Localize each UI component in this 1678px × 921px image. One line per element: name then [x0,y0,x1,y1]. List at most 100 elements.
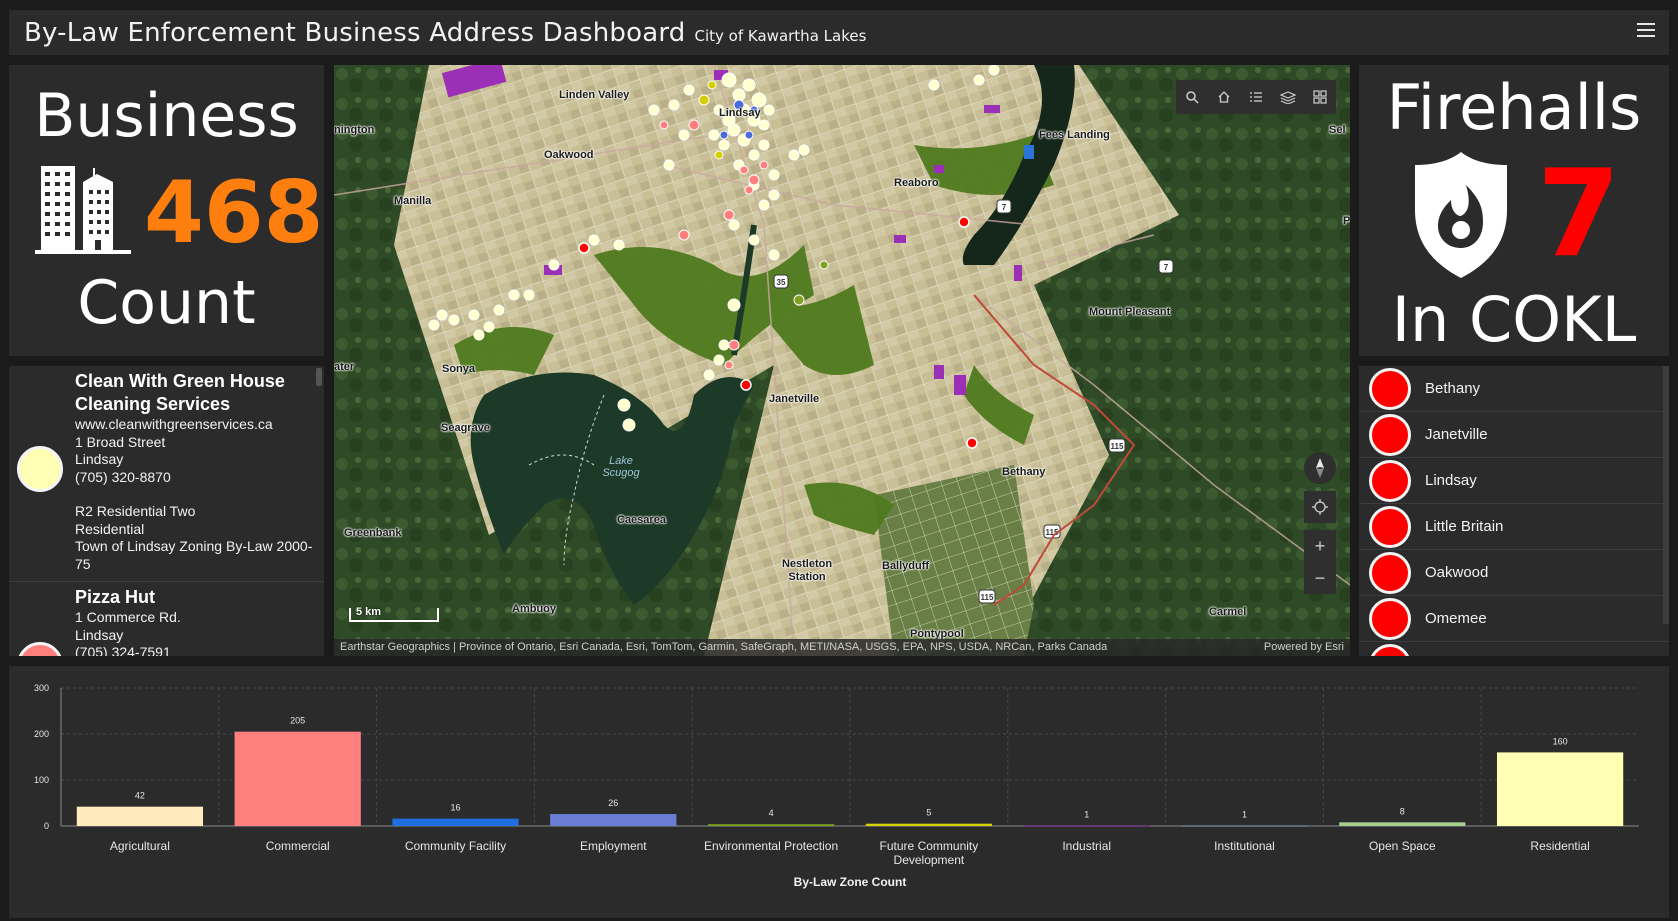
compass-icon[interactable] [1304,452,1336,484]
indicator-top-text: Firehalls [1386,71,1642,144]
place-label: Fees Landing [1039,129,1110,141]
firehall-name: Lindsay [1425,472,1477,489]
business-detail-line: Lindsay [75,626,124,643]
bar-institutional [1181,825,1308,827]
firehall-symbol-icon [1369,368,1411,410]
place-label: Sel [1329,124,1346,136]
place-label: Linden Valley [559,89,630,101]
svg-text:115: 115 [981,593,994,602]
firehall-symbol-icon [1369,644,1411,656]
place-label: Reaboro [894,177,939,189]
firehall-list-item[interactable] [1359,642,1669,656]
business-detail-line: (705) 324-7591 [75,644,171,656]
bar-value-label: 26 [608,798,618,808]
business-detail-line: (705) 320-8870 [75,468,171,485]
bar-chart: 0 100 200 300 42 Agricultural 205 Commercial 16 C… [34,683,1639,889]
dashboard-subtitle: City of Kawartha Lakes [694,26,867,45]
x-tick-label: Development [894,853,965,867]
place-label: P [1343,215,1350,227]
business-list[interactable]: Clean With Green House Cleaning Services… [9,366,324,656]
office-buildings-icon [35,166,131,254]
business-symbol-icon [17,446,63,492]
y-tick-label: 100 [34,775,49,785]
place-label: Caesarea [617,514,666,526]
firehall-name: Janetville [1425,426,1488,443]
x-tick-label: Open Space [1369,839,1436,853]
indicator-bottom-text: In COKL [1391,283,1637,356]
scale-bar: 5 km [349,606,439,622]
firehall-list-item[interactable]: Little Britain [1359,504,1669,550]
business-count-value: 468 [144,163,324,263]
scale-label: 5 km [356,606,382,618]
bar-environmental-protection [707,824,835,826]
x-tick-label: Residential [1530,839,1589,853]
firehall-list-item[interactable]: Oakwood [1359,550,1669,596]
place-label: Nestleton Station [781,558,833,583]
firehall-symbol-icon [1369,598,1411,640]
bar-value-label: 5 [926,808,931,818]
bar-value-label: 205 [290,716,305,726]
x-tick-label: Future Community [880,839,979,853]
bar-open-space [1339,822,1466,826]
zoom-out-icon[interactable]: − [1304,562,1336,594]
map-toolbar [1176,80,1336,114]
x-tick-label: Employment [580,839,647,853]
satellite-basemap: 7 7 35 115 115 115 [334,65,1350,656]
place-label: ater [334,361,355,373]
bar-value-label: 1 [1084,810,1089,820]
firehall-symbol-icon [1369,552,1411,594]
place-label: Oakwood [544,149,594,161]
place-label: Ballyduff [882,560,930,572]
firehalls-count-value: 7 [1537,145,1621,284]
bar-value-label: 4 [769,808,774,818]
bar-commercial [234,731,361,826]
place-label: Sonya [442,363,476,375]
business-detail-line: 1 Commerce Rd. [75,609,181,625]
x-tick-label: Agricultural [110,839,170,853]
business-list-item[interactable]: Clean With Green House Cleaning Services… [9,366,324,582]
business-name: Clean With Green House Cleaning Services [75,371,285,414]
road-shield-7: 7 [1002,203,1007,212]
search-icon[interactable] [1176,80,1208,114]
firehall-symbol-icon [1369,506,1411,548]
business-list-item[interactable]: Pizza Hut 1 Commerce Rd. Lindsay (705) 324-… [9,582,324,656]
business-zone-line: Residential [75,520,145,537]
hamburger-menu-icon[interactable] [1637,23,1655,39]
map-view[interactable]: 7 7 35 115 115 115 Linden Valley Lindsay… [334,65,1350,656]
firehall-list-item[interactable]: Janetville [1359,412,1669,458]
home-icon[interactable] [1208,80,1240,114]
powered-by-esri-link[interactable]: Powered by Esri [1264,641,1344,653]
bar-community-facility [392,818,519,826]
firehall-name: Bethany [1425,380,1481,397]
place-label: Ambuoy [512,603,556,615]
x-tick-label: Commercial [266,839,330,853]
bar-employment [550,814,677,826]
x-axis-title: By-Law Zone Count [794,875,907,889]
layers-icon[interactable] [1272,80,1304,114]
x-tick-label: Industrial [1062,839,1111,853]
business-name: Pizza Hut [75,587,156,607]
firehall-list[interactable]: Bethany Janetville Lindsay Little Britain Oa… [1359,366,1669,656]
svg-text:35: 35 [777,278,786,287]
dashboard: By-Law Enforcement Business Address Dash… [0,0,1678,921]
bar-value-label: 16 [450,803,460,813]
firehall-list-item[interactable]: Lindsay [1359,458,1669,504]
bar-value-label: 42 [135,791,145,801]
legend-icon[interactable] [1240,80,1272,114]
firehall-list-item[interactable]: Omemee [1359,596,1669,642]
place-label: Bethany [1002,466,1046,478]
business-zone-line: R2 Residential Two [75,503,196,519]
place-label: nington [334,124,375,136]
locate-icon[interactable] [1304,491,1336,523]
fire-shield-icon [1415,152,1507,278]
bar-agricultural [76,806,204,826]
bar-value-label: 160 [1553,736,1568,746]
basemap-gallery-icon[interactable] [1304,80,1336,114]
attribution-text: Earthstar Geographics | Province of Onta… [340,641,1108,653]
zoom-in-icon[interactable]: + [1304,530,1336,562]
firehall-list-item[interactable]: Bethany [1359,366,1669,412]
svg-text:115: 115 [1111,442,1124,451]
firehall-symbol-icon [1369,460,1411,502]
indicator-top-text: Business [34,81,299,151]
firehall-name: Omemee [1425,610,1487,627]
